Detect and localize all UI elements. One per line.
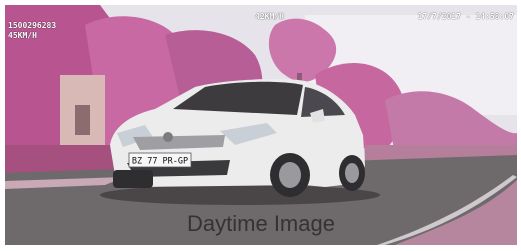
house-door [75, 105, 90, 135]
speed-top-label: 42KM/H [255, 12, 284, 21]
car-logo [163, 132, 173, 142]
record-id-label: 1500296283 [8, 21, 57, 30]
photo-frame: BZ 77 PR-GP 1500296283 45KM/H 42KM/H 17/… [5, 5, 517, 245]
datetime-label: 17/7/2017 - 14:58:07 [417, 12, 514, 21]
car-front-rim [279, 162, 301, 188]
speed-left-label: 45KM/H [8, 31, 37, 40]
license-plate-text: BZ 77 PR-GP [132, 157, 188, 167]
car-left-wheel [113, 170, 153, 188]
image-caption: Daytime Image [187, 211, 335, 236]
car-rear-rim [345, 163, 359, 183]
scene-image: BZ 77 PR-GP [5, 5, 517, 245]
